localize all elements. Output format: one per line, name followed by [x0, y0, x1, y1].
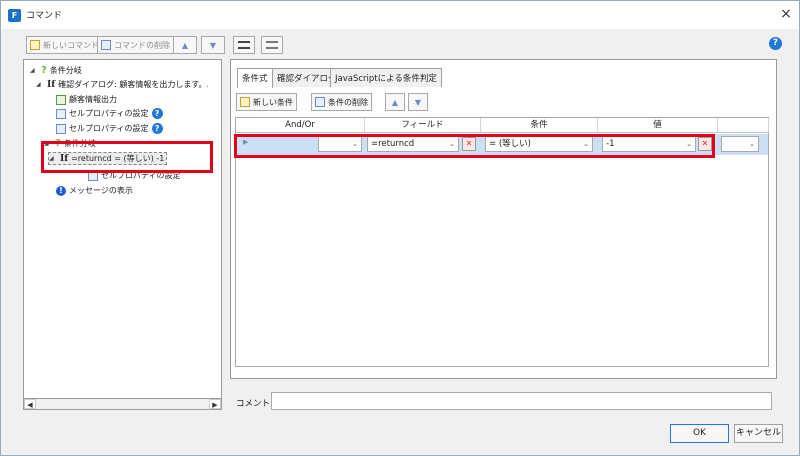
extra-select[interactable]: ⌄	[721, 136, 759, 152]
tree-item-customer-output[interactable]: 顧客情報出力	[56, 93, 117, 106]
new-command-icon	[30, 40, 40, 50]
ok-button[interactable]: OK	[670, 424, 729, 443]
tree-item-message[interactable]: ! メッセージの表示	[56, 184, 133, 197]
help-icon: ?	[151, 123, 163, 134]
tree-item-label: メッセージの表示	[69, 186, 133, 195]
scroll-left-icon[interactable]: ◀	[24, 399, 36, 409]
tree-item-branch[interactable]: ◢ ? 条件分岐	[30, 64, 82, 77]
header-andor: And/Or	[236, 118, 365, 133]
cancel-button[interactable]: キャンセル	[734, 424, 783, 443]
app-icon: F	[8, 9, 21, 22]
highlight-frame	[41, 141, 213, 173]
move-down-button[interactable]: ▼	[201, 36, 225, 54]
tree-item-cell-property[interactable]: セルプロパティの設定 ?	[56, 122, 163, 135]
header-condition: 条件	[481, 118, 598, 133]
tree-item-label: セルプロパティの設定	[69, 124, 149, 133]
tree-item-cell-property[interactable]: セルプロパティの設定 ?	[56, 107, 163, 120]
condition-down-button[interactable]: ▼	[408, 93, 428, 111]
highlight-frame	[234, 134, 715, 158]
move-up-button[interactable]: ▲	[173, 36, 197, 54]
indent-button[interactable]	[233, 36, 255, 54]
header-value: 値	[598, 118, 718, 133]
new-condition-label: 新しい条件	[253, 97, 293, 107]
tree-item-if[interactable]: ◢ If 確認ダイアログ: 顧客情報を出力します。よろ	[36, 78, 208, 91]
horizontal-scrollbar[interactable]: ◀ ▶	[23, 398, 222, 410]
delete-condition-label: 条件の削除	[328, 97, 368, 107]
header-extra	[718, 118, 769, 133]
window-title: コマンド	[26, 11, 63, 21]
if-keyword: If	[47, 79, 56, 90]
expand-icon: ◢	[30, 67, 35, 74]
delete-command-icon	[101, 40, 111, 50]
condition-up-button[interactable]: ▲	[385, 93, 405, 111]
customer-output-icon	[56, 94, 66, 105]
question-icon: ?	[41, 65, 47, 76]
tab-javascript[interactable]: JavaScriptによる条件判定	[330, 68, 442, 87]
tree-item-label: 顧客情報出力	[69, 95, 117, 104]
comment-input[interactable]	[271, 392, 772, 410]
outdent-button[interactable]	[261, 36, 283, 54]
chevron-down-icon: ⌄	[749, 140, 755, 148]
new-condition-button[interactable]: 新しい条件	[236, 93, 297, 111]
help-icon: ?	[151, 108, 163, 119]
new-command-button[interactable]: 新しいコマンド	[26, 36, 103, 54]
delete-condition-button[interactable]: 条件の削除	[311, 93, 372, 111]
tree-item-label: セルプロパティの設定	[69, 109, 149, 118]
help-icon[interactable]: ?	[769, 37, 782, 50]
command-tree[interactable]: ◢ ? 条件分岐 ◢ If 確認ダイアログ: 顧客情報を出力します。よろ 顧客情…	[23, 59, 222, 410]
title-bar: F コマンド ×	[1, 1, 799, 29]
delete-condition-icon	[315, 97, 325, 107]
tab-condition[interactable]: 条件式	[237, 68, 273, 88]
cell-property-icon	[56, 108, 66, 119]
outdent-icon	[266, 41, 278, 49]
info-icon: !	[56, 185, 66, 196]
delete-command-button[interactable]: コマンドの削除	[97, 36, 174, 54]
cell-property-icon	[56, 123, 66, 134]
tree-item-label: 確認ダイアログ: 顧客情報を出力します。よろ	[58, 80, 209, 89]
indent-icon	[238, 41, 250, 49]
comment-label: コメント	[236, 399, 271, 409]
tree-item-label: 条件分岐	[49, 66, 82, 75]
header-field: フィールド	[365, 118, 481, 133]
close-button[interactable]: ×	[776, 4, 796, 24]
delete-command-label: コマンドの削除	[114, 40, 170, 50]
expand-icon: ◢	[36, 81, 41, 88]
new-command-label: 新しいコマンド	[43, 40, 99, 50]
scroll-right-icon[interactable]: ▶	[209, 399, 221, 409]
new-condition-icon	[240, 97, 250, 107]
